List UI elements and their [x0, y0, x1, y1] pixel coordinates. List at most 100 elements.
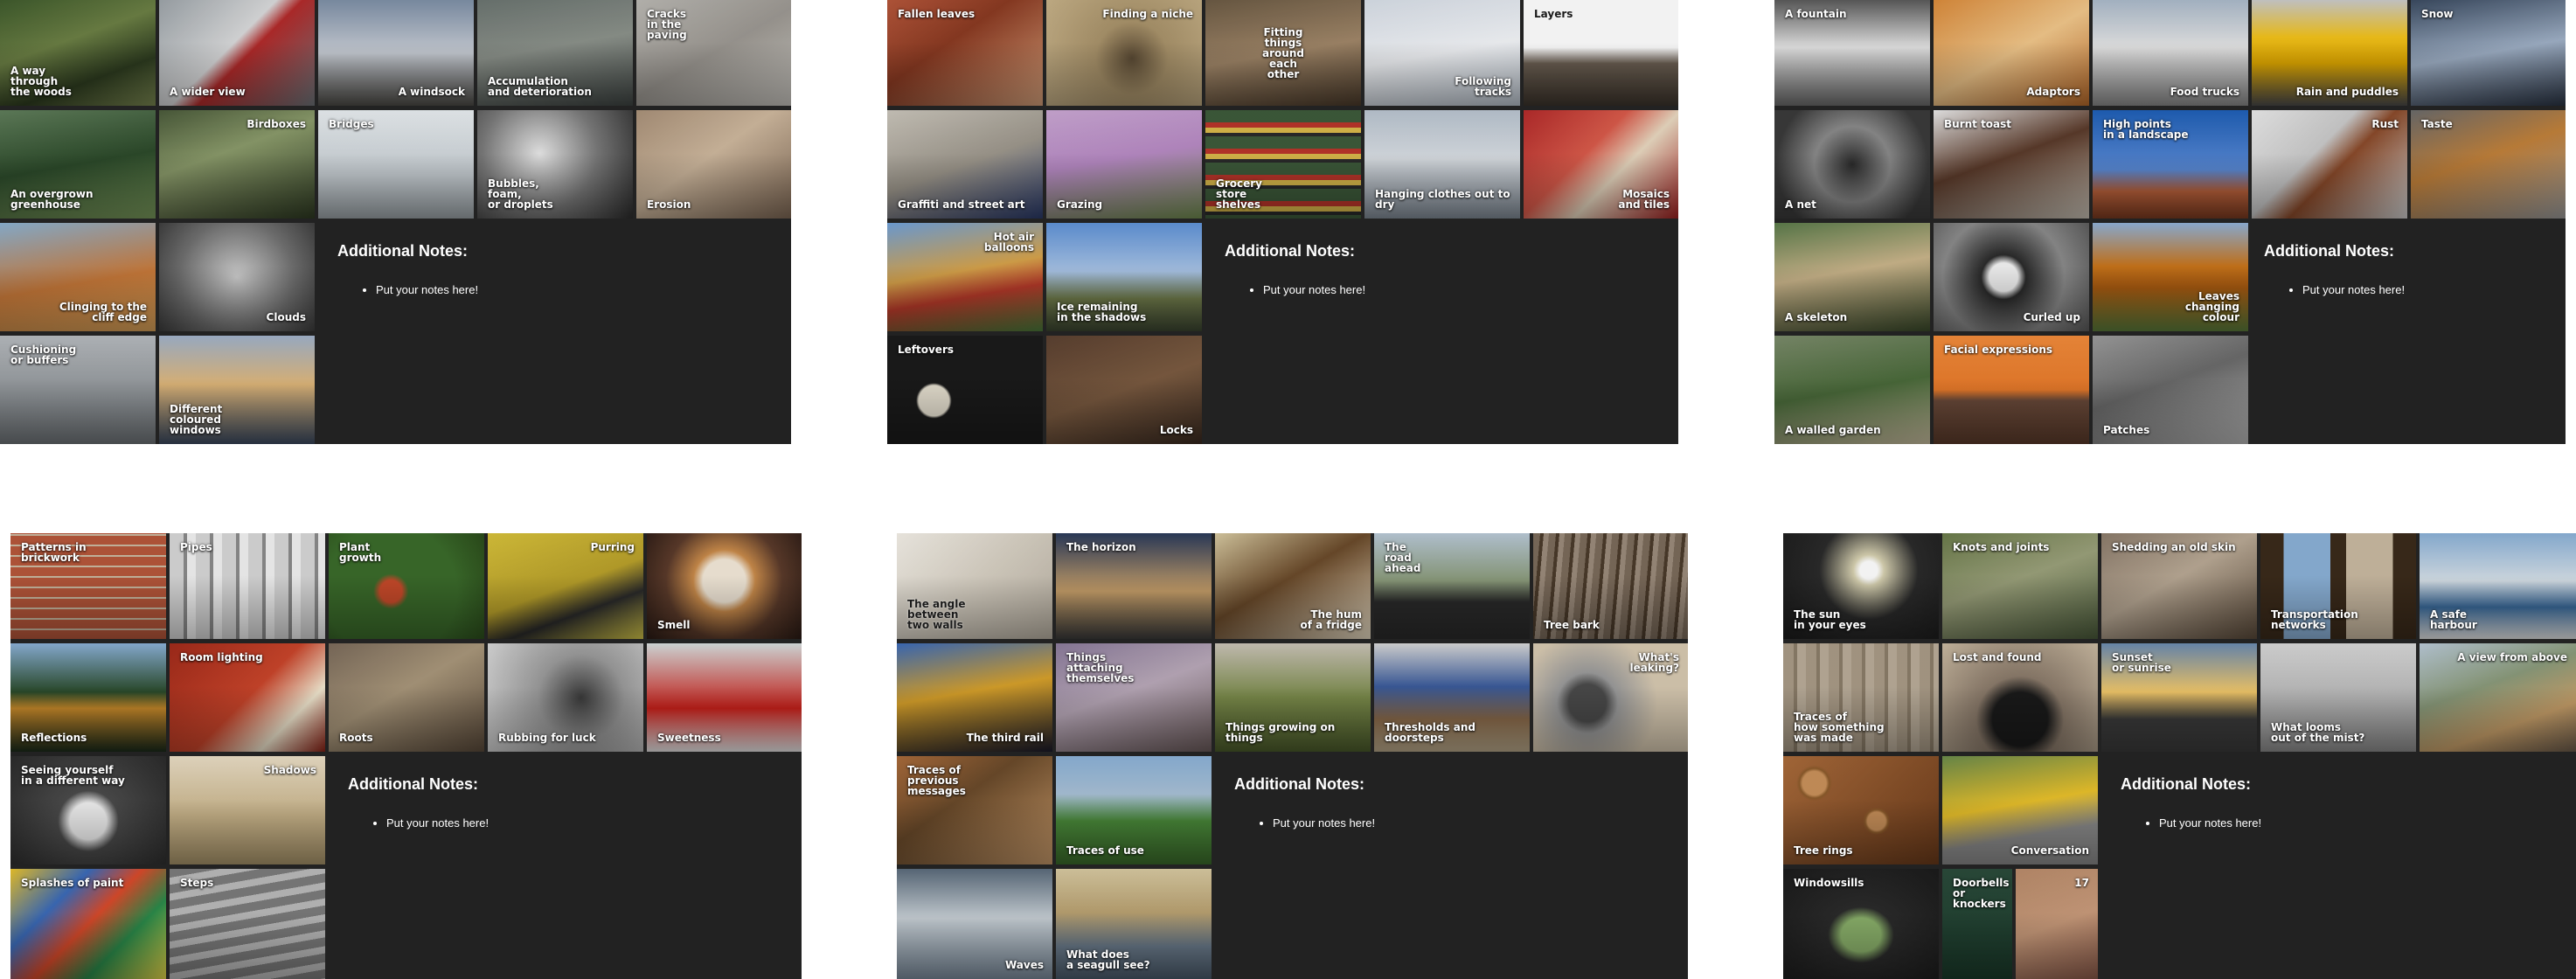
- photo-tile[interactable]: Fitting things around each other: [1205, 0, 1361, 106]
- photo-tile[interactable]: Rain and puddles: [2252, 0, 2407, 106]
- tile-caption: Accumulation and deterioration: [488, 75, 592, 98]
- photo-tile[interactable]: Room lighting: [170, 643, 325, 752]
- photo-tile[interactable]: Patches: [2093, 336, 2248, 444]
- photo-tile[interactable]: Curled up: [1934, 223, 2089, 331]
- photo-tile[interactable]: A view from above: [2420, 643, 2576, 752]
- photo-tile[interactable]: Doorbells or knockers: [1942, 869, 2012, 979]
- photo-tile[interactable]: Patterns in brickwork: [10, 533, 166, 639]
- photo-tile[interactable]: Shadows: [170, 756, 325, 864]
- photo-tile[interactable]: Traces of previous messages: [897, 756, 1052, 864]
- photo-tile[interactable]: Lost and found: [1942, 643, 2098, 752]
- photo-tile[interactable]: A fountain: [1774, 0, 1930, 106]
- photo-tile[interactable]: Hot air balloons: [887, 223, 1043, 331]
- photo-tile[interactable]: Reflections: [10, 643, 166, 752]
- photo-tile[interactable]: Roots: [329, 643, 484, 752]
- photo-tile[interactable]: What's leaking?: [1533, 643, 1688, 752]
- photo-tile[interactable]: Sweetness: [647, 643, 802, 752]
- photo-tile[interactable]: Hanging clothes out to dry: [1364, 110, 1520, 219]
- photo-tile[interactable]: Clinging to the cliff edge: [0, 223, 156, 331]
- photo-tile[interactable]: Leftovers: [887, 336, 1043, 444]
- photo-tile[interactable]: Erosion: [636, 110, 791, 219]
- photo-tile[interactable]: Taste: [2411, 110, 2566, 219]
- notes-item[interactable]: Put your notes here!: [2159, 816, 2261, 830]
- photo-tile[interactable]: Snow: [2411, 0, 2566, 106]
- photo-tile[interactable]: Locks: [1046, 336, 1202, 444]
- photo-tile[interactable]: Rubbing for luck: [488, 643, 643, 752]
- photo-tile[interactable]: Splashes of paint: [10, 869, 166, 979]
- photo-tile[interactable]: Facial expressions: [1934, 336, 2089, 444]
- photo-tile[interactable]: Conversation: [1942, 756, 2098, 864]
- photo-tile[interactable]: Adaptors: [1934, 0, 2089, 106]
- notes-title: Additional Notes:: [2121, 775, 2251, 793]
- photo-tile[interactable]: A safe harbour: [2420, 533, 2576, 639]
- photo-tile[interactable]: A windsock: [318, 0, 474, 106]
- photo-tile[interactable]: The hum of a fridge: [1215, 533, 1371, 639]
- photo-tile[interactable]: Pipes: [170, 533, 325, 639]
- photo-tile[interactable]: A skeleton: [1774, 223, 1930, 331]
- notes-item[interactable]: Put your notes here!: [1263, 283, 1365, 297]
- photo-tile[interactable]: Grazing: [1046, 110, 1202, 219]
- photo-tile[interactable]: The third rail: [897, 643, 1052, 752]
- tile-caption: Cracks in the paving: [647, 8, 687, 41]
- photo-tile[interactable]: Grocery store shelves: [1205, 110, 1361, 219]
- photo-tile[interactable]: Traces of how something was made: [1783, 643, 1939, 752]
- photo-tile[interactable]: The horizon: [1056, 533, 1212, 639]
- photo-tile[interactable]: Knots and joints: [1942, 533, 2098, 639]
- photo-tile[interactable]: The road ahead: [1374, 533, 1530, 639]
- photo-tile[interactable]: A wider view: [159, 0, 315, 106]
- photo-tile[interactable]: Mosaics and tiles: [1524, 110, 1678, 219]
- photo-tile[interactable]: Thresholds and doorsteps: [1374, 643, 1530, 752]
- photo-tile[interactable]: Steps: [170, 869, 325, 979]
- photo-tile[interactable]: Following tracks: [1364, 0, 1520, 106]
- photo-tile[interactable]: Things growing on things: [1215, 643, 1371, 752]
- photo-tile[interactable]: Cracks in the paving: [636, 0, 791, 106]
- photo-tile[interactable]: Graffiti and street art: [887, 110, 1043, 219]
- photo-tile[interactable]: An overgrown greenhouse: [0, 110, 156, 219]
- photo-tile[interactable]: Burnt toast: [1934, 110, 2089, 219]
- photo-tile[interactable]: A net: [1774, 110, 1930, 219]
- photo-tile[interactable]: Cushioning or buffers: [0, 336, 156, 444]
- notes-panel: Additional Notes: Put your notes here!: [337, 242, 478, 297]
- photo-tile[interactable]: Bubbles, foam, or droplets: [477, 110, 633, 219]
- photo-tile[interactable]: Purring: [488, 533, 643, 639]
- notes-item[interactable]: Put your notes here!: [376, 283, 478, 297]
- photo-tile[interactable]: Windowsills: [1783, 869, 1939, 979]
- photo-tile[interactable]: Accumulation and deterioration: [477, 0, 633, 106]
- photo-tile[interactable]: Ice remaining in the shadows: [1046, 223, 1202, 331]
- photo-tile[interactable]: High points in a landscape: [2093, 110, 2248, 219]
- photo-tile[interactable]: Smell: [647, 533, 802, 639]
- photo-tile[interactable]: A way through the woods: [0, 0, 156, 106]
- photo-tile[interactable]: What does a seagull see?: [1056, 869, 1212, 979]
- photo-tile[interactable]: Different coloured windows: [159, 336, 315, 444]
- photo-tile[interactable]: Shedding an old skin: [2101, 533, 2257, 639]
- photo-tile[interactable]: Birdboxes: [159, 110, 315, 219]
- photo-tile[interactable]: Tree rings: [1783, 756, 1939, 864]
- notes-item[interactable]: Put your notes here!: [2302, 283, 2405, 297]
- photo-tile[interactable]: Food trucks: [2093, 0, 2248, 106]
- photo-tile[interactable]: The sun in your eyes: [1783, 533, 1939, 639]
- photo-tile[interactable]: Traces of use: [1056, 756, 1212, 864]
- notes-item[interactable]: Put your notes here!: [386, 816, 489, 830]
- photo-tile[interactable]: Bridges: [318, 110, 474, 219]
- photo-tile[interactable]: Layers: [1524, 0, 1678, 106]
- photo-tile[interactable]: Leaves changing colour: [2093, 223, 2248, 331]
- photo-tile[interactable]: Finding a niche: [1046, 0, 1202, 106]
- photo-tile[interactable]: A walled garden: [1774, 336, 1930, 444]
- notes-item[interactable]: Put your notes here!: [1273, 816, 1375, 830]
- tile-caption: Things growing on things: [1226, 721, 1336, 744]
- photo-tile[interactable]: 17: [2016, 869, 2098, 979]
- photo-tile[interactable]: Seeing yourself in a different way: [10, 756, 166, 864]
- photo-tile[interactable]: Plant growth: [329, 533, 484, 639]
- photo-tile[interactable]: Tree bark: [1533, 533, 1688, 639]
- tile-caption: The sun in your eyes: [1794, 608, 1866, 631]
- photo-tile[interactable]: Things attaching themselves: [1056, 643, 1212, 752]
- photo-tile[interactable]: What looms out of the mist?: [2260, 643, 2416, 752]
- photo-tile[interactable]: Fallen leaves: [887, 0, 1043, 106]
- photo-tile[interactable]: The angle between two walls: [897, 533, 1052, 639]
- photo-tile[interactable]: Clouds: [159, 223, 315, 331]
- notes-list: Put your notes here!: [1234, 816, 1375, 830]
- photo-tile[interactable]: Transportation networks: [2260, 533, 2416, 639]
- photo-tile[interactable]: Rust: [2252, 110, 2407, 219]
- photo-tile[interactable]: Sunset or sunrise: [2101, 643, 2257, 752]
- photo-tile[interactable]: Waves: [897, 869, 1052, 979]
